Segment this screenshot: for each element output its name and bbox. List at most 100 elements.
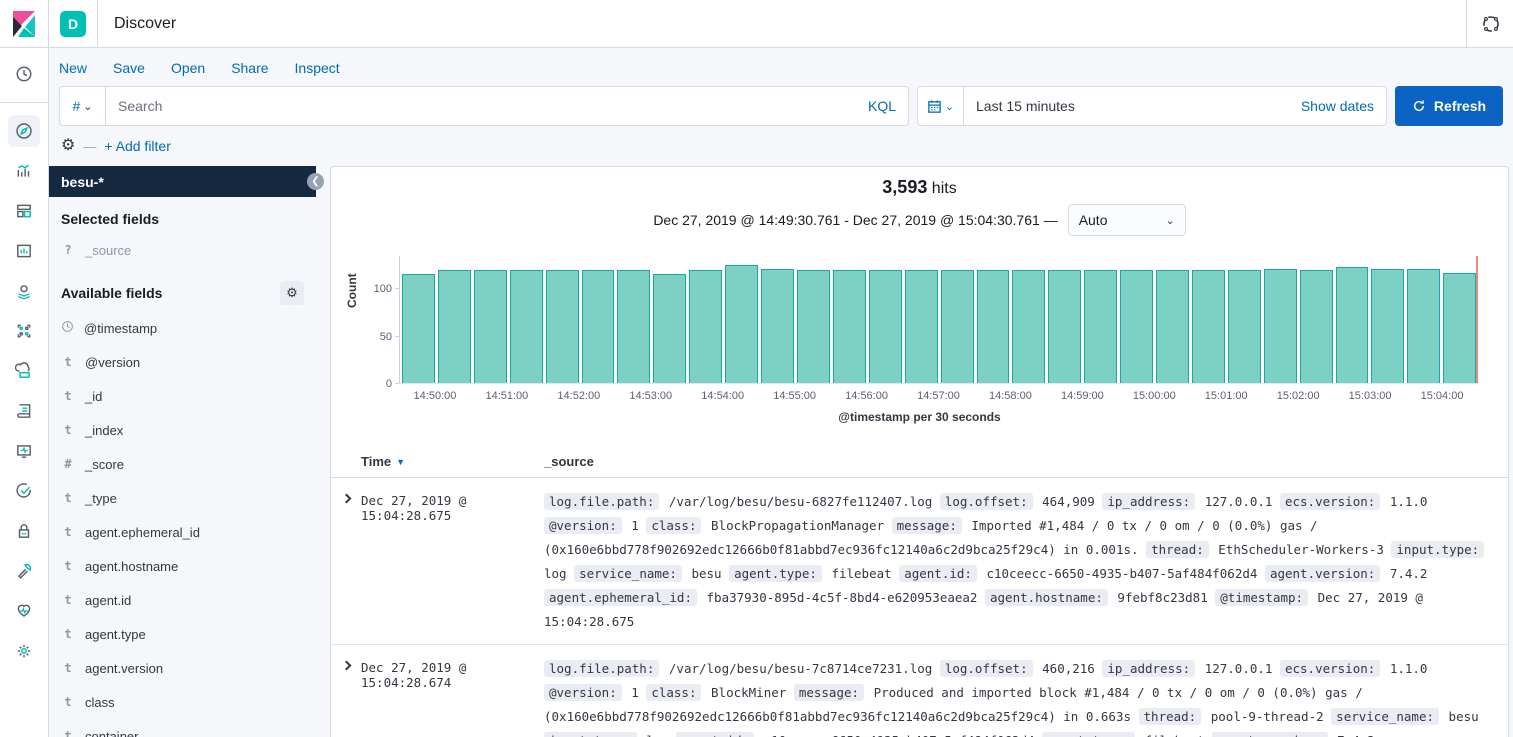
histogram-bar[interactable]	[1443, 273, 1476, 384]
histogram-bar[interactable]	[1371, 269, 1404, 384]
field-name-badge[interactable]: class:	[646, 517, 701, 534]
histogram-bar[interactable]	[617, 270, 650, 384]
status-circle-icon[interactable]	[1481, 14, 1501, 34]
field-name-badge[interactable]: input.type:	[544, 732, 637, 737]
histogram-bar[interactable]	[941, 270, 974, 384]
histogram-bar[interactable]	[1300, 270, 1333, 384]
search-input[interactable]	[118, 98, 868, 114]
field-name-badge[interactable]: class:	[646, 684, 701, 701]
field-item-type[interactable]: t_type	[49, 481, 316, 515]
nav-discover[interactable]	[8, 115, 40, 147]
field-name-badge[interactable]: input.type:	[1391, 541, 1484, 558]
histogram-bar[interactable]	[905, 270, 938, 384]
field-item-source[interactable]: ?_source	[49, 233, 316, 267]
field-name-badge[interactable]: thread:	[1139, 708, 1202, 725]
histogram-bar[interactable]	[869, 270, 902, 384]
kql-button[interactable]: KQL	[868, 98, 896, 114]
histogram-bar[interactable]	[1048, 270, 1081, 384]
field-name-badge[interactable]: agent.hostname:	[985, 589, 1108, 606]
field-item-index[interactable]: t_index	[49, 413, 316, 447]
histogram-bar[interactable]	[833, 270, 866, 384]
expand-row-icon[interactable]	[341, 661, 351, 671]
nav-dashboard[interactable]	[8, 195, 40, 227]
field-name-badge[interactable]: @version:	[544, 684, 622, 701]
histogram-bar[interactable]	[761, 269, 794, 384]
histogram-bar[interactable]	[1192, 270, 1225, 384]
kibana-logo[interactable]	[0, 0, 49, 47]
filter-settings-gear-icon[interactable]: ⚙	[61, 138, 75, 154]
field-item-version[interactable]: t@version	[49, 345, 316, 379]
field-name-badge[interactable]: agent.type:	[1042, 732, 1135, 737]
histogram-bar[interactable]	[977, 270, 1010, 384]
nav-siem[interactable]	[8, 515, 40, 547]
histogram-bar[interactable]	[1120, 270, 1153, 384]
expand-row-icon[interactable]	[341, 494, 351, 504]
field-name-badge[interactable]: agent.version:	[1265, 565, 1380, 582]
nav-machine-learning[interactable]	[8, 315, 40, 347]
field-name-badge[interactable]: log.offset:	[940, 493, 1033, 510]
nav-metrics[interactable]	[8, 355, 40, 387]
field-name-badge[interactable]: service_name:	[574, 565, 682, 582]
field-item-agentversion[interactable]: tagent.version	[49, 651, 316, 685]
histogram-bar[interactable]	[1012, 270, 1045, 384]
interval-select[interactable]: Auto ⌄	[1068, 204, 1186, 236]
histogram-bar[interactable]	[797, 270, 830, 384]
field-item-agenttype[interactable]: tagent.type	[49, 617, 316, 651]
histogram-bar[interactable]	[582, 270, 615, 384]
field-name-badge[interactable]: thread:	[1146, 541, 1209, 558]
field-name-badge[interactable]: log.file.path:	[544, 660, 659, 677]
nav-logs[interactable]	[8, 395, 40, 427]
refresh-button[interactable]: Refresh	[1395, 86, 1503, 126]
histogram-bar[interactable]	[1084, 270, 1117, 384]
recently-viewed-icon[interactable]	[8, 58, 40, 90]
histogram-bar[interactable]	[402, 274, 435, 384]
field-item-timestamp[interactable]: @timestamp	[49, 311, 316, 345]
field-name-badge[interactable]: agent.id:	[676, 732, 754, 737]
query-language-dropdown[interactable]: # ⌄	[60, 87, 106, 125]
histogram-bar[interactable]	[653, 274, 686, 384]
nav-monitoring[interactable]	[8, 595, 40, 627]
field-name-badge[interactable]: agent.id:	[899, 565, 977, 582]
nav-canvas[interactable]	[8, 235, 40, 267]
calendar-dropdown-button[interactable]: ⌄	[918, 87, 964, 125]
histogram-bar[interactable]	[1156, 270, 1189, 384]
time-range-value[interactable]: Last 15 minutes	[964, 87, 1289, 125]
field-settings-gear-icon[interactable]: ⚙	[280, 281, 304, 305]
histogram-bar[interactable]	[1264, 269, 1297, 384]
nav-management[interactable]	[8, 635, 40, 667]
histogram-bar[interactable]	[474, 270, 507, 384]
histogram-bar[interactable]	[510, 270, 543, 384]
field-name-badge[interactable]: ecs.version:	[1280, 493, 1380, 510]
show-dates-button[interactable]: Show dates	[1289, 87, 1386, 125]
menu-share[interactable]: Share	[231, 60, 268, 76]
field-item-id[interactable]: t_id	[49, 379, 316, 413]
histogram-bar[interactable]	[1228, 270, 1261, 384]
histogram-bar[interactable]	[546, 270, 579, 384]
field-name-badge[interactable]: @version:	[544, 517, 622, 534]
field-item-agentephemeralid[interactable]: tagent.ephemeral_id	[49, 515, 316, 549]
app-badge-container[interactable]: D	[49, 0, 98, 47]
nav-uptime[interactable]	[8, 475, 40, 507]
field-name-badge[interactable]: log.file.path:	[544, 493, 659, 510]
menu-new[interactable]: New	[59, 60, 87, 76]
field-name-badge[interactable]: log.offset:	[940, 660, 1033, 677]
nav-dev-tools[interactable]	[8, 555, 40, 587]
histogram-bar[interactable]	[1336, 267, 1369, 384]
field-name-badge[interactable]: agent.ephemeral_id:	[544, 589, 697, 606]
nav-apm[interactable]	[8, 435, 40, 467]
field-name-badge[interactable]: @timestamp:	[1215, 589, 1308, 606]
nav-maps[interactable]	[8, 275, 40, 307]
field-name-badge[interactable]: message:	[794, 684, 864, 701]
histogram-bar[interactable]	[1407, 269, 1440, 384]
histogram-bar[interactable]	[689, 270, 722, 384]
menu-open[interactable]: Open	[171, 60, 205, 76]
plot-area[interactable]: 050100	[399, 256, 1478, 384]
field-item-agentid[interactable]: tagent.id	[49, 583, 316, 617]
discover-app-badge[interactable]: D	[60, 11, 86, 37]
collapse-sidebar-button[interactable]: ❮	[307, 173, 324, 190]
field-item-class[interactable]: tclass	[49, 685, 316, 719]
index-pattern-selector[interactable]: besu-*	[49, 166, 316, 197]
field-name-badge[interactable]: agent.version:	[1212, 732, 1327, 737]
histogram-bar[interactable]	[725, 265, 758, 384]
menu-inspect[interactable]: Inspect	[295, 60, 340, 76]
